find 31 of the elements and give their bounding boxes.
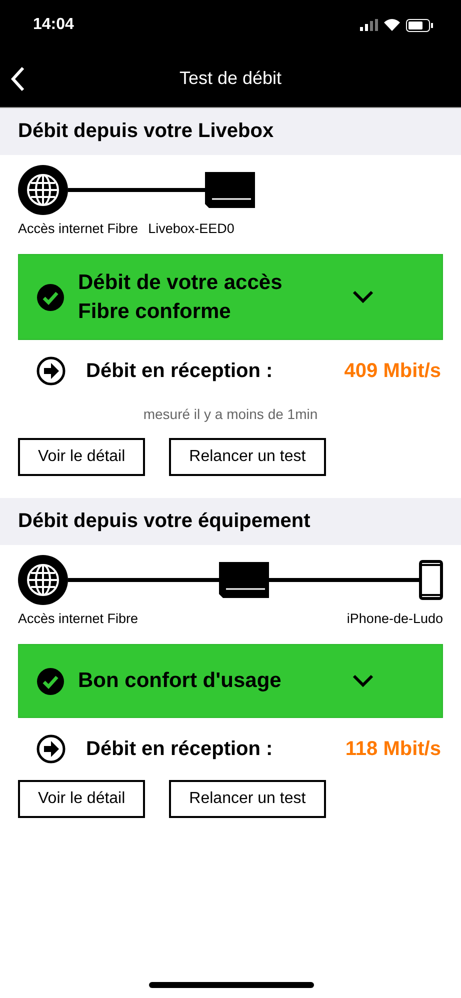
check-circle-icon: [37, 668, 64, 694]
section-title: Débit depuis votre équipement: [18, 510, 310, 533]
battery-icon: [406, 18, 433, 32]
action-button[interactable]: Voir le détail: [18, 438, 146, 476]
check-circle-icon: [37, 284, 64, 310]
back-icon[interactable]: [10, 66, 26, 92]
reading-value: 118 Mbit/s: [345, 738, 442, 760]
arrow-circle-icon: [36, 734, 66, 764]
section-title: Débit depuis votre Livebox: [18, 120, 274, 143]
reading-label: Débit en réception :: [86, 738, 273, 760]
device-label: Livebox-EED0: [148, 221, 234, 236]
status-text: Bon confort d'usage: [78, 668, 282, 694]
status-text: Débit de votre accès Fibre conforme: [78, 270, 284, 325]
wifi-icon: [384, 19, 400, 31]
device-label: Accès internet Fibre: [18, 221, 138, 236]
status-time: 14:04: [33, 16, 74, 34]
arrow-circle-icon: [36, 356, 66, 386]
status-banner[interactable]: Bon confort d'usage: [18, 644, 443, 718]
screen-title: Test de débit: [179, 68, 282, 89]
reading-label: Débit en réception :: [86, 360, 273, 382]
reading-value: 409 Mbit/s: [344, 360, 442, 382]
device-label: Accès internet Fibre: [18, 611, 138, 626]
chevron-icon[interactable]: [352, 290, 374, 304]
device-label: iPhone-de-Ludo: [346, 611, 443, 626]
action-button[interactable]: Voir le détail: [18, 780, 146, 818]
action-button[interactable]: Relancer un test: [169, 438, 326, 476]
signal-icon: [360, 19, 378, 31]
measure-note: mesuré il y a moins de 1min: [142, 406, 319, 422]
status-banner[interactable]: Débit de votre accès Fibre conforme: [18, 254, 443, 340]
chevron-icon[interactable]: [352, 674, 374, 688]
action-button[interactable]: Relancer un test: [169, 780, 326, 818]
